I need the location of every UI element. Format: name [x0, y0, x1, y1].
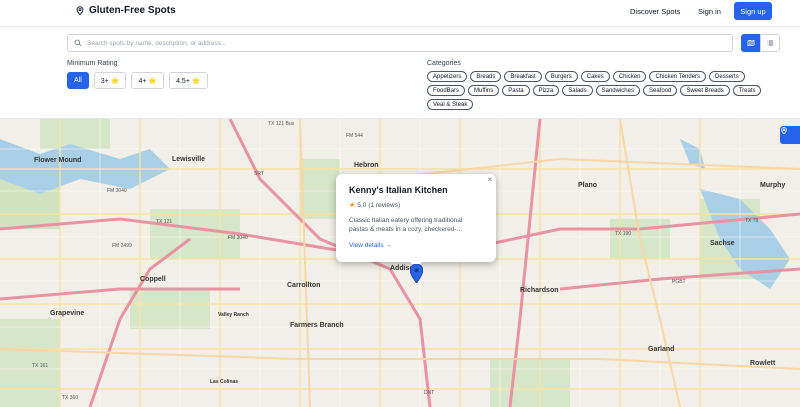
- svg-text:TX 121 Bus: TX 121 Bus: [268, 121, 295, 127]
- app-header: Gluten-Free Spots Discover Spots Sign in…: [0, 0, 800, 27]
- svg-text:FM 3040: FM 3040: [228, 235, 248, 241]
- brand[interactable]: Gluten-Free Spots: [75, 5, 176, 16]
- category-chip[interactable]: Muffins: [468, 85, 500, 96]
- app-title: Gluten-Free Spots: [89, 5, 176, 16]
- svg-text:PGBT: PGBT: [672, 279, 686, 285]
- svg-text:TX 78: TX 78: [745, 218, 759, 224]
- locate-button[interactable]: [780, 126, 800, 144]
- spot-title: Kenny's Italian Kitchen: [349, 185, 448, 195]
- rating-option-3[interactable]: 3+ ⭐: [93, 72, 127, 89]
- svg-text:TX 190: TX 190: [615, 231, 631, 237]
- category-chip[interactable]: Chicken Tenders: [649, 71, 707, 82]
- rating-value: 5.0: [357, 201, 367, 209]
- category-chip[interactable]: Desserts: [709, 71, 745, 82]
- search-input[interactable]: [87, 39, 707, 47]
- category-chip[interactable]: Breakfast: [504, 71, 542, 82]
- svg-text:FM 3040: FM 3040: [107, 188, 127, 194]
- place-label: Coppell: [140, 276, 166, 283]
- spot-popup: × Kenny's Italian Kitchen ★ 5.0 (1 revie…: [336, 174, 496, 268]
- place-label: Rowlett: [750, 360, 776, 367]
- place-label: Garland: [648, 346, 674, 353]
- place-label: Plano: [578, 182, 597, 189]
- category-chip[interactable]: Seafood: [642, 85, 678, 96]
- category-chip[interactable]: Salads: [562, 85, 593, 96]
- view-details-link[interactable]: View details →: [349, 242, 483, 249]
- category-chips: Appetizers Breads Breakfast Burgers Cake…: [427, 71, 767, 110]
- place-label: Farmers Branch: [290, 322, 344, 329]
- category-chip[interactable]: Appetizers: [427, 71, 468, 82]
- rating-options: All 3+ ⭐ 4+ ⭐ 4.5+ ⭐: [67, 72, 208, 89]
- svg-text:SRT: SRT: [254, 171, 264, 177]
- map-icon: [747, 39, 755, 47]
- place-label: Flower Mound: [34, 157, 81, 164]
- close-icon[interactable]: ×: [487, 175, 492, 184]
- category-chip[interactable]: Veal & Steak: [427, 99, 474, 110]
- minimum-rating-label: Minimum Rating: [67, 60, 118, 67]
- category-chip[interactable]: Burgers: [544, 71, 578, 82]
- category-chip[interactable]: Sandwiches: [595, 85, 640, 96]
- map-marker[interactable]: [409, 263, 424, 288]
- sign-in-link[interactable]: Sign in: [698, 7, 721, 16]
- location-pin-icon: [76, 6, 84, 16]
- place-label: Carrollton: [287, 282, 320, 289]
- category-chip[interactable]: Breads: [470, 71, 502, 82]
- place-label: Hebron: [354, 162, 379, 169]
- svg-text:FM 2499: FM 2499: [112, 243, 132, 249]
- place-label: Valley Ranch: [218, 312, 249, 318]
- place-label: Las Colinas: [210, 379, 238, 385]
- svg-text:DNT: DNT: [424, 390, 434, 396]
- place-label: Lewisville: [172, 156, 205, 163]
- rating-option-all[interactable]: All: [67, 72, 89, 89]
- map-marker-icon: [409, 263, 424, 284]
- rating-option-4[interactable]: 4+ ⭐: [131, 72, 165, 89]
- place-label: Murphy: [760, 182, 785, 189]
- category-chip[interactable]: Chicken: [612, 71, 647, 82]
- category-chip[interactable]: Cakes: [580, 71, 610, 82]
- category-chip[interactable]: Sweet Breads: [680, 85, 730, 96]
- search-icon: [74, 39, 82, 47]
- svg-text:TX 161: TX 161: [32, 363, 48, 369]
- star-icon: ★: [349, 202, 356, 209]
- spot-rating: ★ 5.0 (1 reviews): [349, 201, 483, 210]
- map-view-button[interactable]: [741, 34, 761, 52]
- category-chip[interactable]: Pasta: [502, 85, 530, 96]
- location-pin-icon: [781, 127, 787, 135]
- svg-text:TX 121: TX 121: [156, 219, 172, 225]
- rating-option-4-5[interactable]: 4.5+ ⭐: [169, 72, 208, 89]
- category-chip[interactable]: FoodBars: [427, 85, 466, 96]
- map-canvas[interactable]: Lewisville Flower Mound Hebron Plano Mur…: [0, 119, 800, 407]
- list-icon: [767, 40, 773, 46]
- place-label: Sachse: [710, 240, 735, 247]
- search-box: [67, 34, 733, 52]
- place-label: Richardson: [520, 287, 559, 294]
- discover-spots-link[interactable]: Discover Spots: [630, 7, 680, 16]
- spot-description: Classic Italian eatery offering traditio…: [349, 217, 463, 233]
- sign-up-button[interactable]: Sign up: [734, 2, 772, 20]
- svg-text:FM 544: FM 544: [346, 133, 363, 139]
- review-count: (1 reviews): [368, 201, 401, 209]
- category-chip[interactable]: Treats: [732, 85, 762, 96]
- svg-text:TX 360: TX 360: [62, 395, 78, 401]
- place-label: Grapevine: [50, 310, 84, 317]
- category-chip[interactable]: Pizza: [532, 85, 560, 96]
- list-view-button[interactable]: [760, 34, 780, 52]
- map-tiles: Lewisville Flower Mound Hebron Plano Mur…: [0, 119, 800, 407]
- categories-label: Categories: [427, 60, 461, 67]
- filter-panel: Minimum Rating All 3+ ⭐ 4+ ⭐ 4.5+ ⭐ Cate…: [0, 27, 800, 119]
